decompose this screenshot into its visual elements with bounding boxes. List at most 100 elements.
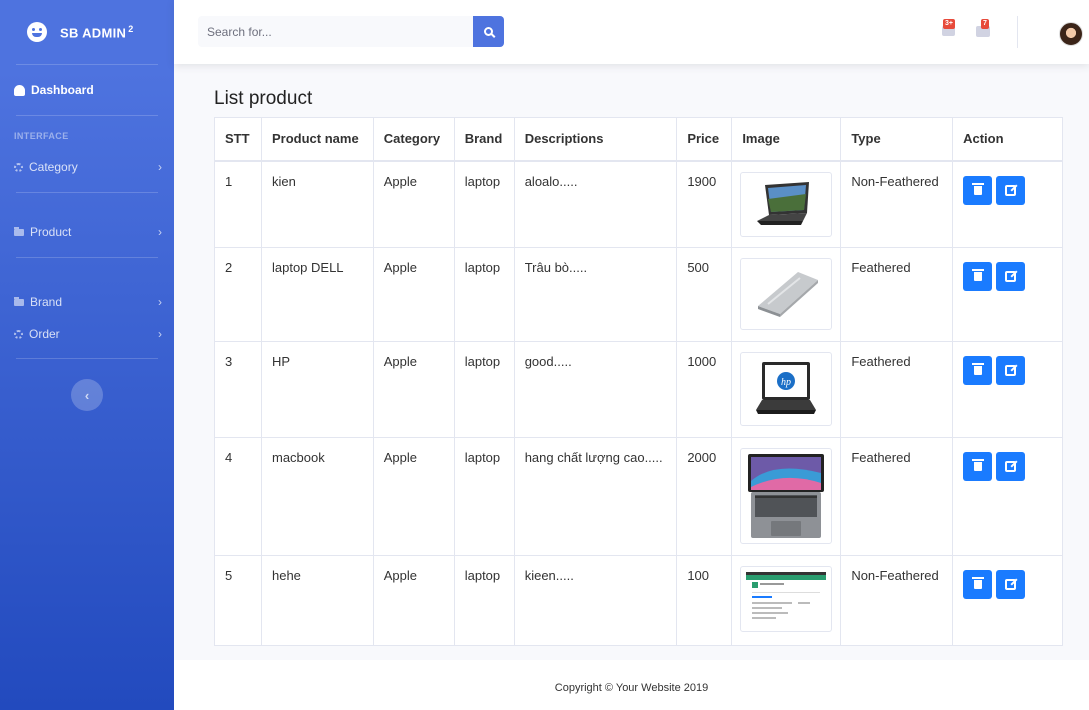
table-row: 5 hehe Apple laptop kieen..... 100 Non-F… (214, 555, 1063, 646)
cell-actions (952, 341, 1063, 438)
column-header: Image (731, 117, 842, 162)
chevron-right-icon: › (158, 225, 162, 239)
chevron-right-icon: › (158, 295, 162, 309)
edit-button[interactable] (996, 356, 1026, 385)
cell-brand: laptop (453, 437, 515, 556)
edit-button[interactable] (996, 262, 1026, 291)
cell-description: good..... (513, 341, 678, 438)
table-row: 1 kien Apple laptop aloalo..... 1900 Non… (214, 160, 1063, 248)
delete-button[interactable] (963, 570, 993, 599)
tachometer-icon (14, 84, 25, 96)
edit-icon (1005, 184, 1017, 196)
cell-name: hehe (260, 555, 374, 646)
delete-button[interactable] (963, 262, 993, 291)
cell-type: Non-Feathered (840, 160, 954, 248)
sidebar: SB ADMIN 2 Dashboard INTERFACE Category ›… (0, 0, 174, 710)
laugh-wink-icon (27, 22, 47, 42)
cell-name: kien (260, 160, 374, 248)
user-avatar[interactable] (1059, 22, 1083, 46)
table-header-row: STT Product name Category Brand Descript… (214, 117, 1063, 162)
search-button[interactable] (473, 16, 504, 47)
cell-image (731, 555, 842, 646)
cell-stt: 4 (214, 437, 262, 556)
cell-actions (952, 247, 1063, 342)
cell-price: 500 (676, 247, 733, 342)
cell-category: Apple (372, 160, 455, 248)
cell-description: kieen..... (513, 555, 678, 646)
sidebar-brand[interactable]: SB ADMIN 2 (0, 0, 174, 64)
sidebar-item-label: Order (29, 327, 60, 341)
sidebar-toggle-button[interactable]: ‹ (71, 379, 103, 411)
messages-dropdown[interactable]: 7 (976, 19, 992, 39)
cell-category: Apple (372, 247, 455, 342)
search-icon (484, 27, 493, 36)
cell-stt: 3 (214, 341, 262, 438)
delete-button[interactable] (963, 452, 993, 481)
edit-button[interactable] (996, 175, 1026, 205)
trash-icon (971, 577, 984, 589)
cell-description: aloalo..... (513, 160, 678, 248)
topbar-divider (1017, 16, 1018, 48)
cell-stt: 2 (214, 247, 262, 342)
alerts-dropdown[interactable]: 3+ (942, 19, 958, 39)
cell-type: Feathered (840, 247, 954, 342)
cell-name: HP (260, 341, 374, 438)
cell-price: 2000 (676, 437, 733, 556)
cell-category: Apple (372, 341, 455, 438)
messages-counter-badge: 7 (981, 19, 989, 29)
product-image (740, 171, 833, 237)
column-header: Product name (260, 117, 374, 162)
copyright-text: Copyright © Your Website 2019 (554, 682, 709, 694)
product-image (740, 258, 833, 330)
sidebar-item-order[interactable]: Order › (0, 320, 174, 348)
edit-icon (1005, 271, 1017, 282)
cell-price: 1000 (676, 341, 733, 438)
table-row: 2 laptop DELL Apple laptop Trâu bò..... … (214, 247, 1063, 342)
edit-button[interactable] (996, 570, 1026, 599)
sidebar-divider (16, 358, 158, 359)
topbar: 3+ 7 (174, 0, 1089, 64)
edit-icon (1005, 365, 1017, 376)
product-image: hp (740, 352, 833, 426)
column-header: Action (952, 117, 1063, 162)
sidebar-item-dashboard[interactable]: Dashboard (0, 65, 174, 115)
column-header: Type (840, 117, 954, 162)
cell-brand: laptop (453, 555, 515, 646)
cell-actions (952, 555, 1063, 646)
alerts-counter-badge: 3+ (943, 19, 955, 29)
cell-stt: 1 (214, 160, 262, 248)
page-title: List product (214, 88, 313, 109)
main-content: List product STT Product name Category B… (174, 64, 1089, 710)
cell-actions (952, 437, 1063, 556)
cell-image (731, 160, 842, 248)
cell-brand: laptop (453, 247, 515, 342)
column-header: STT (214, 117, 262, 162)
column-header: Price (676, 117, 733, 162)
trash-icon (971, 459, 984, 471)
sidebar-item-brand[interactable]: Brand › (0, 258, 174, 320)
cell-stt: 5 (214, 555, 262, 646)
brand-name: SB ADMIN 2 (60, 23, 134, 41)
sidebar-item-product[interactable]: Product › (0, 193, 174, 245)
edit-button[interactable] (996, 452, 1026, 481)
column-header: Category (372, 117, 455, 162)
cell-description: Trâu bò..... (513, 247, 678, 342)
cog-icon (14, 162, 23, 172)
cell-name: macbook (260, 437, 374, 556)
column-header: Descriptions (513, 117, 678, 162)
sidebar-item-category[interactable]: Category › (0, 154, 174, 180)
sidebar-item-label: Category (29, 160, 78, 174)
column-header: Brand (453, 117, 515, 162)
search-input[interactable] (198, 16, 473, 47)
trash-icon (971, 269, 984, 281)
folder-icon (14, 296, 24, 306)
table-row: 3 HP Apple laptop good..... 1000 hp Feat… (214, 341, 1063, 438)
cell-image (731, 247, 842, 342)
trash-icon (971, 363, 984, 375)
sidebar-item-label: Brand (30, 295, 63, 309)
delete-button[interactable] (963, 175, 993, 205)
cog-icon (14, 329, 23, 339)
folder-icon (14, 226, 24, 236)
delete-button[interactable] (963, 356, 993, 385)
edit-icon (1005, 461, 1017, 472)
